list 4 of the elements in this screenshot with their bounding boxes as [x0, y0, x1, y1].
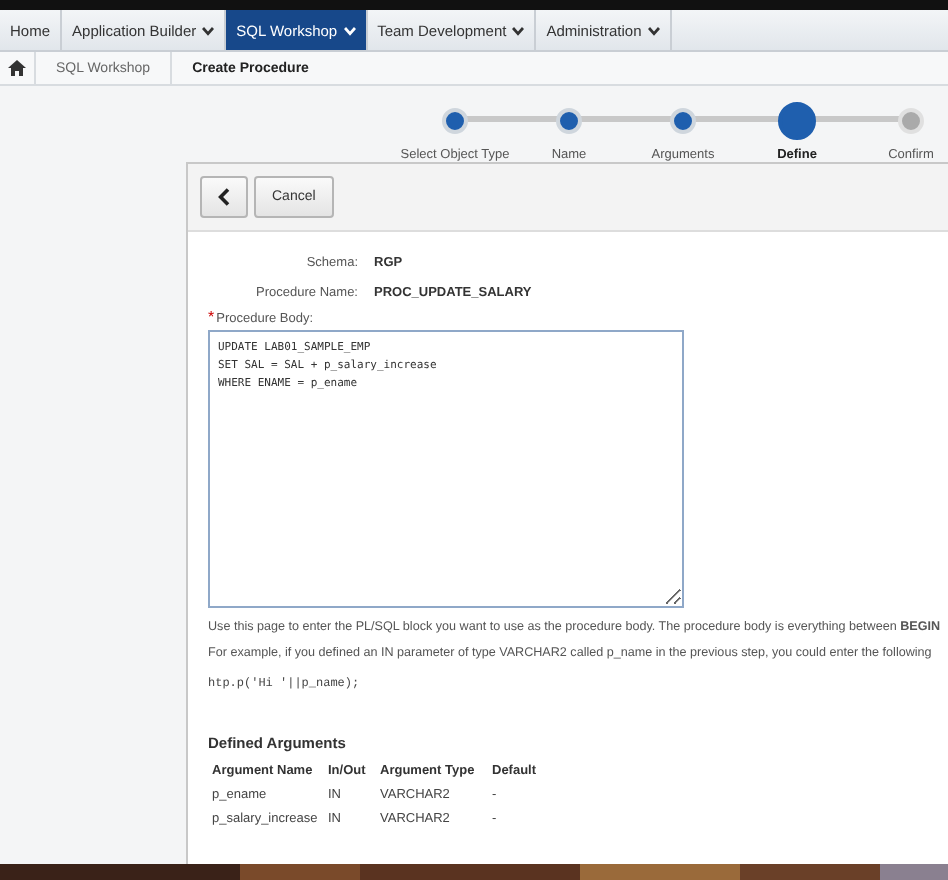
required-marker: * [208, 308, 215, 326]
home-icon[interactable] [8, 60, 26, 76]
chevron-left-icon [218, 188, 230, 206]
back-button[interactable] [200, 176, 248, 218]
